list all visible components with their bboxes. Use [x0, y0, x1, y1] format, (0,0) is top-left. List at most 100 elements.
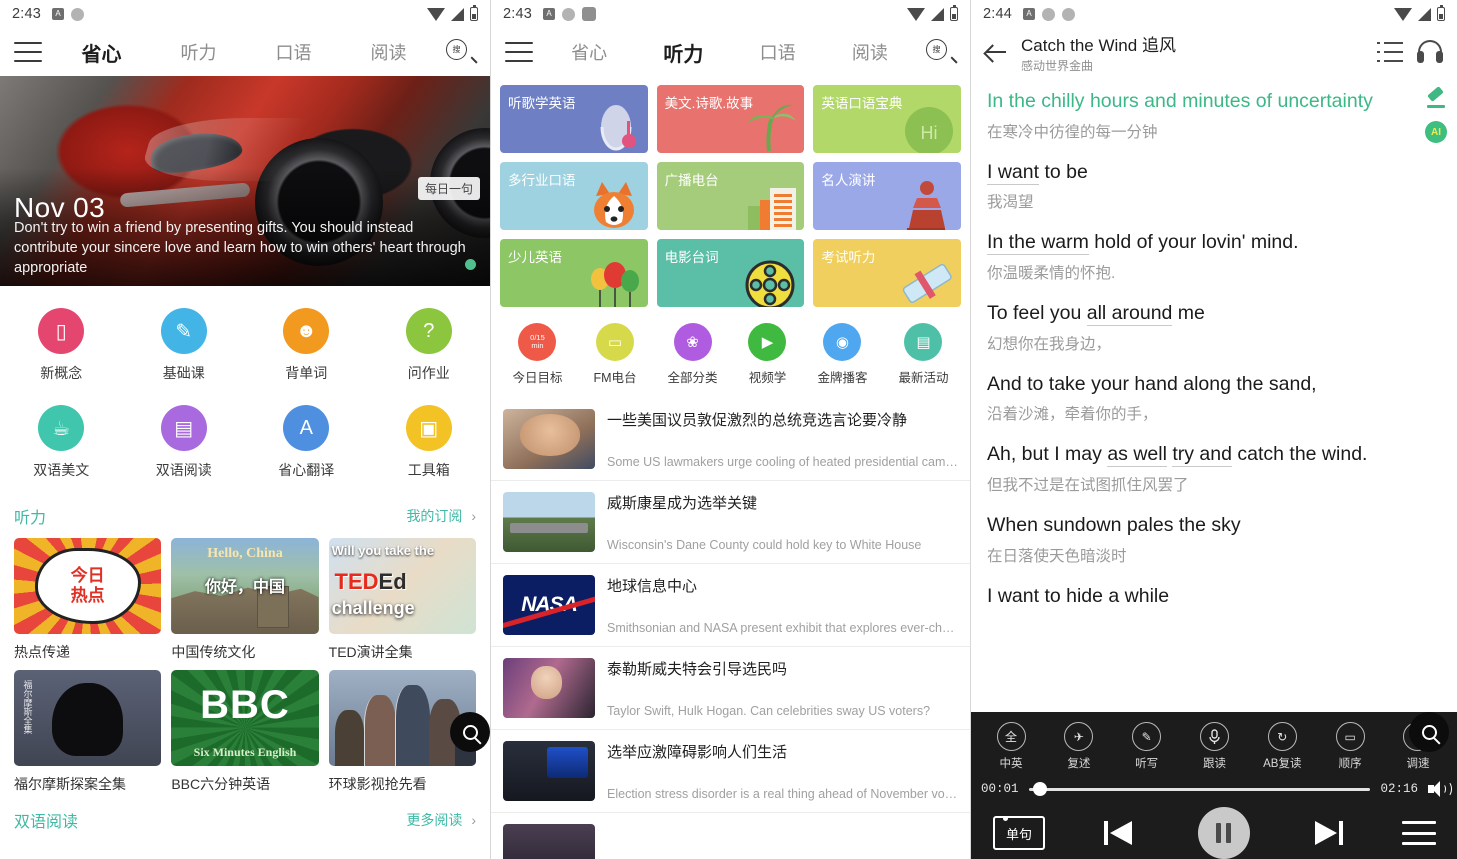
pause-button[interactable] [1197, 807, 1250, 859]
quick-item-activity[interactable]: ▤ 最新活动 [898, 323, 948, 386]
news-title-en: Some US lawmakers urge cooling of heated… [607, 455, 958, 469]
tile-industry-speaking[interactable]: 多行业口语 [500, 162, 648, 230]
news-title-zh: 选举应激障碍影响人们生活 [607, 744, 788, 761]
lyric-line[interactable]: Ah, but I may as well try and catch the … [987, 441, 1441, 495]
tile-essay-poetry-story[interactable]: 美文.诗歌.故事 [656, 85, 805, 153]
fox-icon [593, 182, 634, 228]
tool-dictation[interactable]: ✎ 听写 [1119, 722, 1175, 771]
floating-search-button[interactable] [450, 712, 490, 752]
battery-icon [470, 5, 478, 21]
tool-ab-repeat[interactable]: ↻ AB复读 [1254, 722, 1310, 771]
menu-button[interactable] [1402, 821, 1436, 845]
tile-kids-english[interactable]: 少儿英语 [500, 239, 648, 307]
lyric-line[interactable]: I want to hide a while [987, 583, 1441, 611]
hamburger-icon[interactable] [505, 42, 533, 62]
grid-item-xingainian[interactable]: ▯ 新概念 [0, 300, 123, 397]
lyric-line[interactable]: I want to be 我渴望 [987, 159, 1441, 213]
next-button[interactable] [1307, 818, 1345, 848]
tab-shengxin[interactable]: 省心 [82, 38, 122, 67]
card-holmes[interactable]: 福尔摩斯全集 福尔摩斯探案全集 [14, 670, 162, 794]
pen-body [1427, 86, 1444, 102]
tab-kouyu[interactable]: 口语 [760, 39, 796, 65]
lyrics-pane[interactable]: AI In the chilly hours and minutes of un… [971, 76, 1457, 741]
card-bbc[interactable]: BBC Six Minutes English BBC六分钟英语 [171, 670, 319, 794]
tab-tingli[interactable]: 听力 [181, 39, 217, 65]
more-reading-link[interactable]: 更多阅读 › [406, 810, 476, 830]
lyric-line[interactable]: In the chilly hours and minutes of uncer… [987, 88, 1441, 142]
tab-shengxin[interactable]: 省心 [571, 39, 607, 65]
news-title-en: Wisconsin's Dane County could hold key t… [607, 538, 922, 552]
tab-yuedu[interactable]: 阅读 [852, 39, 888, 65]
my-subscription-link[interactable]: 我的订阅 › [406, 506, 476, 526]
tile-movie-lines[interactable]: 电影台词 [656, 239, 805, 307]
grid-label: 新概念 [40, 365, 83, 381]
art-line1: Hello, China [207, 545, 283, 561]
lyric-line[interactable]: To feel you all around me 幻想你在我身边， [987, 300, 1441, 354]
volume-icon[interactable] [1428, 781, 1452, 797]
tool-order[interactable]: ▭ 顺序 [1322, 722, 1378, 771]
quick-item-daily-goal[interactable]: 0/15 min 今日目标 [512, 323, 563, 386]
grid-item-beidanci[interactable]: ☻ 背单词 [245, 300, 368, 397]
tab-yuedu[interactable]: 阅读 [371, 39, 407, 65]
translate-icon: A [283, 405, 330, 451]
news-item[interactable]: 泰勒斯威夫特会引导选民吗 Taylor Swift, Hulk Hogan. C… [491, 647, 970, 730]
card-hot[interactable]: 今日 热点 热点传递 [14, 538, 162, 662]
playlist-icon[interactable] [1377, 42, 1403, 63]
tile-spoken-english[interactable]: 英语口语宝典 Hi [813, 85, 961, 153]
quick-item-video[interactable]: ▶ 视频学 [748, 323, 787, 386]
news-item[interactable]: NASA 地球信息中心 Smithsonian and NASA present… [491, 564, 970, 647]
search-icon[interactable]: 搜 [926, 37, 958, 67]
headphone-icon[interactable] [1415, 39, 1445, 65]
top-nav: 省心 听力 口语 阅读 搜 [0, 28, 490, 76]
tile-celebrity-speech[interactable]: 名人演讲 [813, 162, 961, 230]
grid-item-shuangyumeiwen[interactable]: ☕ 双语美文 [0, 397, 123, 494]
grid-item-wenzuoye[interactable]: ? 问作业 [368, 300, 491, 397]
previous-button[interactable] [1102, 818, 1140, 848]
quick-item-all-categories[interactable]: ❀ 全部分类 [668, 323, 718, 386]
tile-radio-station[interactable]: 广播电台 [656, 162, 805, 230]
grid-item-jichuke[interactable]: ✎ 基础课 [123, 300, 246, 397]
tile-exam-listening[interactable]: 考试听力 [813, 239, 961, 307]
card-ted[interactable]: Will you take the TEDEd challenge TED演讲全… [328, 538, 476, 662]
tool-bilingual[interactable]: 全 中英 [983, 722, 1039, 771]
quick-item-fm[interactable]: ▭ FM电台 [593, 323, 637, 386]
lyric-line[interactable]: In the warm hold of your lovin' mind. 你温… [987, 229, 1441, 283]
news-item[interactable]: 一些美国议员敦促激烈的总统竞选言论要冷静 Some US lawmakers u… [491, 398, 970, 481]
panel-player: 2:44 A Catch the Wind 追风 感动世界金曲 AI In th… [970, 0, 1457, 859]
highlighter-pen-icon[interactable] [1425, 86, 1447, 110]
grid-item-shuangyuyuedu[interactable]: ▤ 双语阅读 [123, 397, 246, 494]
hamburger-icon[interactable] [14, 42, 42, 62]
grid-item-gongjuxiang[interactable]: ▣ 工具箱 [368, 397, 491, 494]
news-item[interactable]: 选举应激障碍影响人们生活 Election stress disorder is… [491, 730, 970, 813]
art-line2: 热点 [70, 586, 105, 605]
back-arrow-icon[interactable] [983, 39, 1009, 65]
search-icon[interactable]: 搜 [446, 37, 478, 67]
lyric-line[interactable]: When sundown pales the sky 在日落使天色暗淡时 [987, 512, 1441, 566]
floating-search-button[interactable] [1409, 712, 1449, 752]
progress-knob[interactable] [1032, 782, 1047, 796]
tab-tingli[interactable]: 听力 [663, 38, 703, 67]
ai-bulb-icon[interactable]: AI [1425, 121, 1447, 143]
lyric-en: I want to be [987, 159, 1441, 187]
daily-quote-banner[interactable]: 每日一句 Nov 03 Don't try to win a friend by… [0, 76, 490, 286]
app-badge-icon: A [52, 8, 65, 20]
lyric-seg: me [1172, 302, 1205, 325]
tile-song-english[interactable]: 听歌学英语 [500, 85, 648, 153]
quick-item-podcast[interactable]: ◉ 金牌播客 [817, 323, 867, 386]
tool-readalong[interactable]: 跟读 [1186, 722, 1242, 771]
tool-label: 调速 [1406, 758, 1430, 770]
lyric-line[interactable]: And to take your hand along the sand, 沿着… [987, 371, 1441, 425]
tool-retell[interactable]: ✈ 复述 [1051, 722, 1107, 771]
tile-label: 广播电台 [664, 173, 719, 188]
chevron-right-icon: › [471, 508, 476, 524]
card-hello-china[interactable]: Hello, China 你好，中国 中国传统文化 [171, 538, 319, 662]
lyrics-side-tools: AI [1425, 86, 1447, 143]
news-title-zh: 地球信息中心 [607, 578, 698, 595]
progress-slider[interactable] [1028, 782, 1371, 796]
news-item-partial[interactable] [491, 813, 970, 859]
tab-kouyu[interactable]: 口语 [276, 39, 312, 65]
grid-item-shengxinfanyi[interactable]: A 省心翻译 [245, 397, 368, 494]
news-item[interactable]: 威斯康星成为选举关键 Wisconsin's Dane County could… [491, 481, 970, 564]
retell-icon: ✈ [1064, 722, 1094, 751]
repeat-mode-button[interactable]: 单句 [993, 816, 1045, 850]
